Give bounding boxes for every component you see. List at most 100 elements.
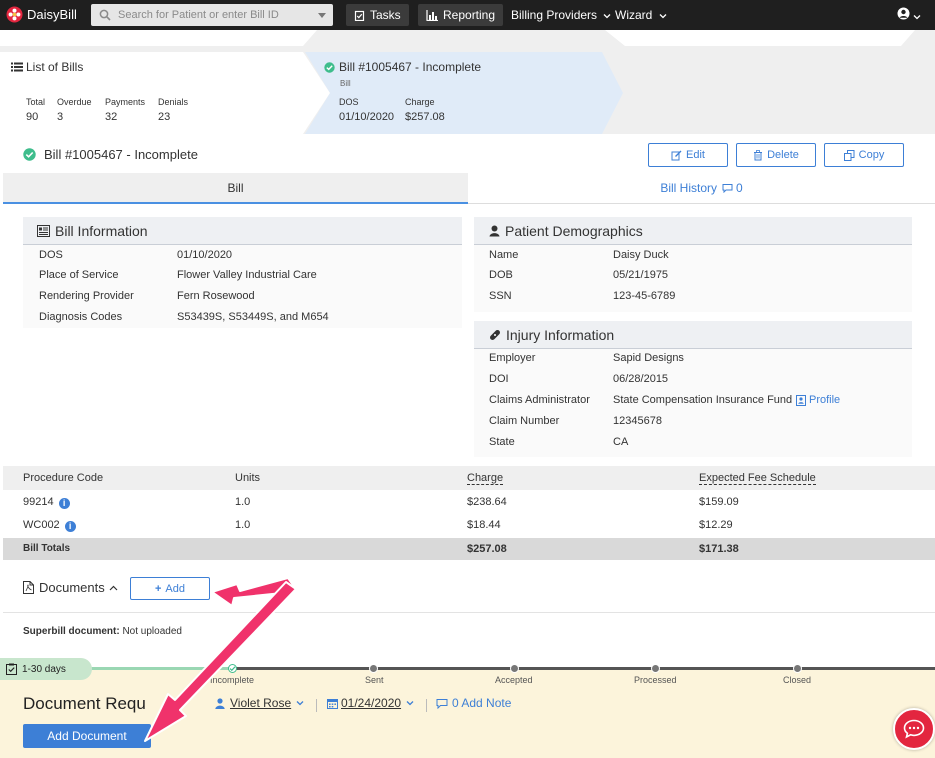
billing-providers-menu[interactable]: Billing Providers xyxy=(511,8,611,22)
field-label: Name xyxy=(489,249,519,261)
field-label: SSN xyxy=(489,290,512,302)
previous-crumb-strip xyxy=(0,30,317,46)
invoice-icon xyxy=(37,224,50,237)
top-navbar: DaisyBill Search for Patient or enter Bi… xyxy=(0,0,935,30)
tasks-button[interactable]: Tasks xyxy=(346,4,409,26)
totals-label: Bill Totals xyxy=(23,543,71,554)
timeline-label: Incomplete xyxy=(210,675,255,685)
timeline-label: Closed xyxy=(783,675,812,685)
injury-information-header: Injury Information xyxy=(474,321,912,349)
reporting-button[interactable]: Reporting xyxy=(418,4,504,26)
add-document-small-button[interactable]: + Add xyxy=(130,577,210,600)
bandage-icon xyxy=(490,329,500,340)
stat-value: 90 xyxy=(26,111,39,123)
info-icon[interactable]: i xyxy=(58,498,70,509)
documents-toggle[interactable]: Documents xyxy=(23,580,118,595)
copy-button[interactable]: Copy xyxy=(824,143,904,167)
superbill-status: Superbill document: Not uploaded xyxy=(23,626,182,637)
field-value: State Compensation Insurance Fund xyxy=(613,394,793,406)
field-value: Sapid Designs xyxy=(613,352,684,364)
patient-demographics-title: Patient Demographics xyxy=(505,222,643,239)
patient-demographics-header: Patient Demographics xyxy=(474,217,912,245)
info-icon[interactable]: i xyxy=(64,521,76,532)
divider xyxy=(426,699,427,712)
expected-fee-column-header[interactable]: Expected Fee Schedule xyxy=(699,472,816,485)
field-label: DOI xyxy=(489,373,509,385)
comment-icon xyxy=(436,698,448,709)
add-note-link[interactable]: 0 Add Note xyxy=(436,696,511,710)
superbill-label: Superbill document: xyxy=(23,626,120,637)
procedure-code: WC002 xyxy=(23,519,60,531)
check-circle-icon xyxy=(23,148,36,161)
assignee-dropdown[interactable]: Violet Rose xyxy=(215,696,304,710)
edit-button[interactable]: Edit xyxy=(648,143,728,167)
bill-information-header: Bill Information xyxy=(23,217,462,245)
stat-label: Overdue xyxy=(57,97,92,107)
tasks-label: Tasks xyxy=(370,8,401,22)
chevron-down-icon xyxy=(659,14,667,19)
search-icon xyxy=(99,9,111,21)
tab-history-label: Bill History xyxy=(660,181,717,195)
copy-icon xyxy=(843,149,855,161)
daisy-logo-icon xyxy=(6,6,23,23)
trash-icon xyxy=(754,149,763,160)
comment-icon xyxy=(722,184,733,193)
procedure-charge: $238.64 xyxy=(467,496,507,508)
table-row: WC002 i xyxy=(23,519,76,532)
profile-link-label: Profile xyxy=(809,394,841,406)
procedure-expected: $159.09 xyxy=(699,496,739,508)
crumb-bill-sub: Bill xyxy=(340,79,351,88)
procedure-charge: $18.44 xyxy=(467,519,501,531)
delete-button[interactable]: Delete xyxy=(736,143,816,167)
timeline-step xyxy=(369,664,378,673)
wizard-label: Wizard xyxy=(615,8,653,22)
due-date-value: 01/24/2020 xyxy=(341,696,402,710)
add-document-button[interactable]: Add Document xyxy=(23,724,151,748)
bill-tabs: Bill Bill History 0 xyxy=(3,173,935,204)
field-value: Fern Rosewood xyxy=(177,290,255,302)
column-header: Units xyxy=(235,472,261,484)
crumb-charge-label: Charge xyxy=(405,97,435,107)
crumb-charge-value: $257.08 xyxy=(405,111,445,123)
chevron-down-icon xyxy=(318,13,326,18)
page-title: Bill #1005467 - Incomplete xyxy=(23,147,198,162)
wizard-menu[interactable]: Wizard xyxy=(615,8,667,22)
charge-column-header[interactable]: Charge xyxy=(467,472,504,485)
crumb-bill-title[interactable]: Bill #1005467 - Incomplete xyxy=(324,60,481,74)
chat-widget-button[interactable] xyxy=(893,708,935,750)
field-value: Flower Valley Industrial Care xyxy=(177,269,317,281)
claims-admin-profile-link[interactable]: Profile xyxy=(796,394,840,406)
procedure-units: 1.0 xyxy=(235,519,251,531)
field-value: 06/28/2015 xyxy=(613,373,669,385)
aging-badge-label: 1-30 days xyxy=(22,663,66,675)
field-label: DOS xyxy=(39,249,63,261)
search-input[interactable]: Search for Patient or enter Bill ID xyxy=(91,4,333,26)
bar-chart-icon xyxy=(426,9,438,21)
column-header: Procedure Code xyxy=(23,472,104,484)
list-of-bills-title[interactable]: List of Bills xyxy=(11,60,83,74)
previous-crumb-strip xyxy=(605,30,915,46)
clipboard-icon xyxy=(354,10,365,21)
procedure-expected: $12.29 xyxy=(699,519,733,531)
field-label: Rendering Provider xyxy=(39,290,134,302)
table-row: 99214 i xyxy=(23,496,70,509)
crumb-dos-label: DOS xyxy=(339,97,359,107)
tab-bill-label: Bill xyxy=(227,180,244,195)
stat-label: Payments xyxy=(105,97,146,107)
edit-icon xyxy=(671,150,682,160)
calendar-icon xyxy=(327,698,338,709)
due-date-dropdown[interactable]: 01/24/2020 xyxy=(327,696,414,710)
edit-label: Edit xyxy=(686,149,705,161)
timeline-label: Sent xyxy=(365,675,384,685)
copy-label: Copy xyxy=(858,149,885,161)
brand-logo[interactable]: DaisyBill xyxy=(6,6,77,23)
field-label: Claims Administrator xyxy=(489,394,590,406)
crumb-dos-value: 01/10/2020 xyxy=(339,111,395,123)
timeline-step xyxy=(510,664,519,673)
field-value: 123-45-6789 xyxy=(613,290,676,302)
procedure-code: 99214 xyxy=(23,496,54,508)
tab-bill[interactable]: Bill xyxy=(3,173,468,204)
user-menu[interactable] xyxy=(897,7,921,23)
totals-charge: $257.08 xyxy=(467,543,507,555)
tab-bill-history[interactable]: Bill History 0 xyxy=(468,173,935,204)
